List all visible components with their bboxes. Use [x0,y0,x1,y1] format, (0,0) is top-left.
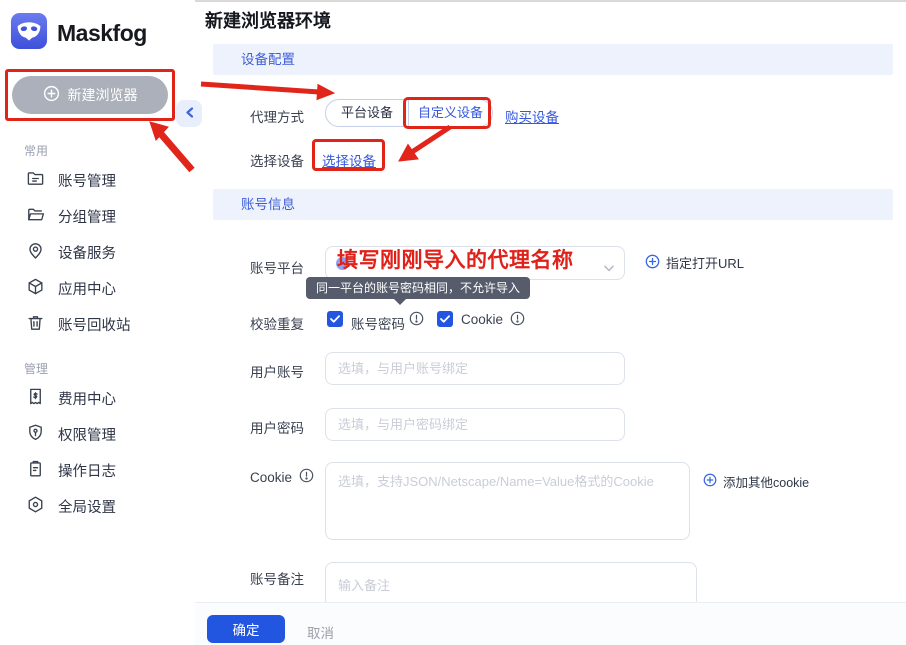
trash-icon [26,313,45,336]
checkbox-account-password-label: 账号密码 [351,313,405,333]
sidebar-item-label: 设备服务 [58,242,116,263]
proxy-method-segmented-control: 平台设备 自定义设备 [325,99,493,127]
chevron-left-icon [185,105,194,123]
folder-list-icon [26,169,45,192]
sidebar: Maskfog 新建浏览器 常用 账号管理 [0,0,195,645]
account-note-label: 账号备注 [250,568,304,588]
settings-hexagon-icon [26,495,45,518]
sidebar-item-label: 权限管理 [58,424,116,445]
username-label: 用户账号 [250,361,304,381]
shield-key-icon [26,423,45,446]
sidebar-item-label: 账号回收站 [58,314,131,335]
specify-open-url-button[interactable]: 指定打开URL [645,253,744,272]
new-browser-button-label: 新建浏览器 [68,85,138,105]
sidebar-item-global-settings[interactable]: 全局设置 [0,488,195,524]
cube-icon [26,277,45,300]
password-label: 用户密码 [250,417,304,437]
folder-open-icon [26,205,45,228]
sidebar-item-label: 操作日志 [58,460,116,481]
sidebar-item-label: 全局设置 [58,496,116,517]
sidebar-item-group-management[interactable]: 分组管理 [0,198,195,234]
sidebar-menu: 常用 账号管理 分组管理 [0,140,195,524]
plus-circle-icon [645,254,660,272]
account-platform-label: 账号平台 [250,257,304,277]
duplicate-rule-tooltip: 同一平台的账号密码相同，不允许导入 [306,277,530,299]
check-duplicate-label: 校验重复 [250,313,304,333]
proxy-option-platform-device[interactable]: 平台设备 [326,100,409,126]
sidebar-item-label: 费用中心 [58,388,116,409]
section-account-info: 账号信息 [213,189,893,220]
sidebar-item-label: 应用中心 [58,278,116,299]
receipt-dollar-icon [26,387,45,410]
sidebar-item-device-service[interactable]: 设备服务 [0,234,195,270]
username-input[interactable] [325,352,625,385]
sidebar-item-operation-log[interactable]: 操作日志 [0,452,195,488]
select-device-label: 选择设备 [250,150,304,170]
section-device-config-label: 设备配置 [213,44,893,75]
new-browser-button[interactable]: 新建浏览器 [12,76,168,114]
location-pin-icon [26,241,45,264]
info-exclamation-icon[interactable] [299,468,314,488]
sidebar-item-label: 账号管理 [58,170,116,191]
section-account-info-label: 账号信息 [213,189,893,220]
main-panel: 新建浏览器环境 设备配置 代理方式 平台设备 自定义设备 购买设备 选择设备 选… [195,0,906,645]
maskfog-mask-icon [10,12,48,55]
sidebar-item-account-management[interactable]: 账号管理 [0,162,195,198]
page-title: 新建浏览器环境 [205,7,331,33]
clipboard-icon [26,459,45,482]
chevron-down-icon [604,259,614,277]
select-device-link[interactable]: 选择设备 [322,150,376,170]
cancel-button[interactable]: 取消 [307,622,334,642]
sidebar-section-common: 常用 [0,140,195,162]
info-exclamation-icon[interactable] [510,311,525,331]
sidebar-item-app-center[interactable]: 应用中心 [0,270,195,306]
checkbox-cookie[interactable] [437,311,453,327]
app-name: Maskfog [57,20,147,47]
sidebar-item-label: 分组管理 [58,206,116,227]
add-other-cookie-label: 添加其他cookie [723,472,809,491]
section-device-config: 设备配置 [213,44,893,75]
check-icon [440,315,450,323]
sidebar-item-permission-management[interactable]: 权限管理 [0,416,195,452]
specify-open-url-label: 指定打开URL [666,253,744,272]
add-other-cookie-button[interactable]: 添加其他cookie [703,472,809,491]
buy-device-link[interactable]: 购买设备 [505,106,559,126]
sidebar-item-account-recycle-bin[interactable]: 账号回收站 [0,306,195,342]
password-input[interactable] [325,408,625,441]
sidebar-section-manage: 管理 [0,358,195,380]
info-exclamation-icon[interactable] [409,311,424,331]
cookie-textarea[interactable] [325,462,690,540]
checkbox-cookie-label: Cookie [461,312,503,327]
app-logo: Maskfog [10,12,147,55]
check-icon [330,315,340,323]
sidebar-collapse-handle[interactable] [176,100,202,127]
cookie-label: Cookie [250,470,292,485]
proxy-method-label: 代理方式 [250,106,304,126]
plus-circle-icon [703,473,717,490]
checkbox-account-password[interactable] [327,311,343,327]
sidebar-item-cost-center[interactable]: 费用中心 [0,380,195,416]
plus-circle-icon [43,85,60,105]
red-annotation-platform-note: 填写刚刚导入的代理名称 [337,244,574,274]
confirm-button[interactable]: 确定 [207,615,285,643]
window-top-edge [195,0,906,2]
form-footer: 确定 取消 [195,602,906,645]
proxy-option-custom-device[interactable]: 自定义设备 [409,100,492,126]
